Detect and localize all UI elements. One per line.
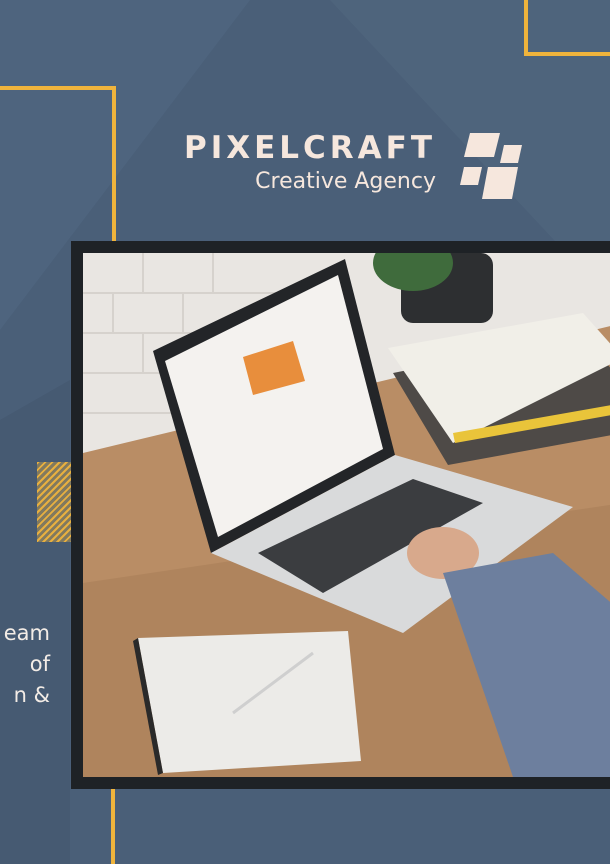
accent-line-top-right-horizontal <box>524 52 610 56</box>
laptop-desk-photo <box>83 253 610 777</box>
brand-tagline: Creative Agency <box>255 169 436 194</box>
accent-line-left-horizontal <box>0 86 116 90</box>
side-text-line: of <box>29 652 50 676</box>
side-text-fragment: eam of n & <box>0 618 50 711</box>
photo-frame <box>71 241 610 789</box>
stacked-tiles-icon <box>460 133 522 199</box>
side-text-line: eam <box>3 621 50 645</box>
brand-block: PIXELCRAFT Creative Agency <box>176 128 436 196</box>
side-text-line: n & <box>13 683 50 707</box>
accent-line-top-right-vertical <box>524 0 528 56</box>
accent-line-bottom-vertical <box>111 785 115 864</box>
brand-name: PIXELCRAFT <box>183 130 436 166</box>
accent-line-left-vertical <box>112 86 116 246</box>
